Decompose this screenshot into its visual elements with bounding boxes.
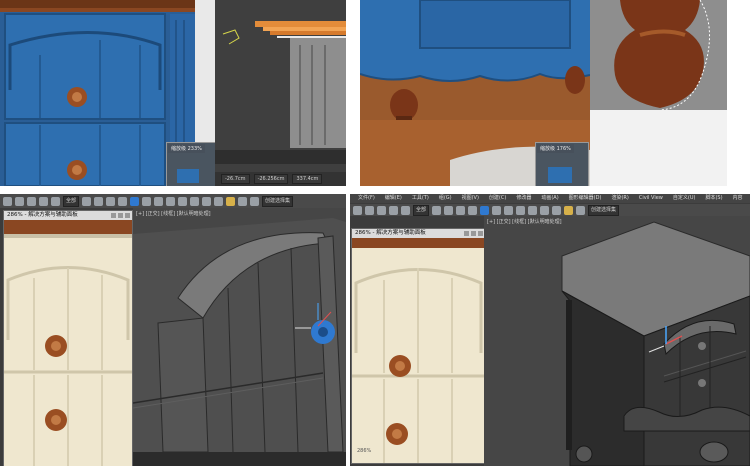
main-toolbar: 全部 创建选择集 [350,204,750,216]
menu-file[interactable]: 文件(F) [358,194,375,203]
minimize-icon[interactable] [111,213,116,218]
snap-icon[interactable] [202,196,212,206]
window-crossing-icon[interactable] [118,196,128,206]
panel-bottom-left: 全部 创建选择集 286% - 解决方案与辅助面板 [+] [正交] [线框] … [0,194,346,466]
window-title-bar[interactable]: 286% - 解决方案与辅助面板 [352,229,485,238]
menu-content[interactable]: 内容 [733,194,743,203]
thumbnail-image [177,169,199,183]
menu-view[interactable]: 视图(V) [462,194,479,203]
place-icon[interactable] [166,196,176,206]
rect-select-icon[interactable] [456,205,466,215]
door-panel-model [133,218,346,452]
cream-cabinet-photo [352,238,485,463]
coord-y-field[interactable]: -26.256cm [253,174,289,184]
scale-icon[interactable] [504,205,514,215]
rotate-icon[interactable] [142,196,152,206]
menu-edit[interactable]: 编辑(E) [385,194,402,203]
link-icon[interactable] [27,196,36,206]
coord-x-field[interactable]: -26.7cm [221,174,250,184]
status-bar: -26.7cm -26.256cm 337.4cm [215,172,346,186]
percent-snap-icon[interactable] [564,205,574,215]
cream-cabinet-photo [4,220,132,466]
edit-named-sel-icon[interactable] [250,196,260,206]
viewport-top-left[interactable]: -26.7cm -26.256cm 337.4cm [215,0,346,186]
menu-graph-editors[interactable]: 图形编辑器(D) [569,194,602,203]
window-title: 286% - 解决方案与辅助面板 [355,230,426,236]
maximize-icon[interactable] [118,213,123,218]
redo-icon[interactable] [365,205,374,215]
menu-modifiers[interactable]: 修改器 [516,194,531,203]
close-icon[interactable] [478,231,483,236]
reference-coord-icon[interactable] [178,196,188,206]
menu-civil-view[interactable]: Civil View [639,194,663,203]
panel-bottom-right: 文件(F) 编辑(E) 工具(T) 组(G) 视图(V) 创建(C) 修改器 动… [350,194,750,466]
timeline-bar[interactable] [133,452,346,466]
named-selection-field[interactable]: 创建选择集 [262,195,294,207]
zoom-level-label: 缩放级 176% [537,144,574,153]
close-icon[interactable] [125,213,130,218]
link-icon[interactable] [377,205,386,215]
spinner-snap-icon[interactable] [576,205,586,215]
undo-icon[interactable] [3,196,12,206]
viewport-bottom-right[interactable]: [+] [正交] [线框] [默认明暗处理] [484,216,750,466]
redo-icon[interactable] [15,196,24,206]
rotate-icon[interactable] [492,205,502,215]
bind-icon[interactable] [401,205,410,215]
undo-icon[interactable] [353,205,362,215]
window-title-bar[interactable]: 286% - 解决方案与辅助面板 [4,211,132,220]
selection-filter-dropdown[interactable]: 全部 [413,204,430,216]
minimize-icon[interactable] [464,231,469,236]
panel-top-left: 缩放级 233% -26.7cm -26.256cm 337.4cm [0,0,346,186]
thumbnail-inset: 缩放级 233% [166,142,216,186]
leg-closeup-photo [590,0,727,186]
coord-z-field[interactable]: 337.4cm [292,174,323,184]
menu-animation[interactable]: 动画(A) [541,194,558,203]
image-viewer-window[interactable]: 286% - 解决方案与辅助面板 286% [351,228,486,464]
percent-snap-icon[interactable] [226,196,236,206]
select-icon[interactable] [82,196,92,206]
pivot-icon[interactable] [190,196,200,206]
select-by-name-icon[interactable] [444,205,454,215]
select-by-name-icon[interactable] [94,196,104,206]
spinner-snap-icon[interactable] [238,196,248,206]
menu-tools[interactable]: 工具(T) [412,194,429,203]
unlink-icon[interactable] [39,196,48,206]
panel-top-right: 缩放级 176% [360,0,750,186]
rect-select-icon[interactable] [106,196,116,206]
menu-group[interactable]: 组(G) [439,194,452,203]
pivot-icon[interactable] [528,205,538,215]
main-toolbar: 全部 创建选择集 [0,194,346,208]
snap-icon[interactable] [540,205,550,215]
select-icon[interactable] [432,205,442,215]
thumbnail-image [548,167,572,183]
image-viewer-window[interactable]: 286% - 解决方案与辅助面板 [3,210,133,466]
maximize-icon[interactable] [471,231,476,236]
menu-customize[interactable]: 自定义(U) [673,194,696,203]
zoom-level-label: 286% [357,448,372,454]
thumbnail-inset-right: 缩放级 176% [535,142,589,186]
angle-snap-icon[interactable] [214,196,224,206]
reference-coord-icon[interactable] [516,205,526,215]
viewport-timeline[interactable] [215,150,346,164]
menu-scripting[interactable]: 脚本(S) [705,194,722,203]
window-title: 286% - 解决方案与辅助面板 [7,212,78,218]
nightstand-model [561,221,750,466]
move-icon[interactable] [480,205,490,215]
unlink-icon[interactable] [389,205,398,215]
bind-icon[interactable] [51,196,60,206]
menu-rendering[interactable]: 渲染(R) [611,194,628,203]
window-crossing-icon[interactable] [468,205,478,215]
angle-snap-icon[interactable] [552,205,562,215]
zoom-level-label: 缩放级 233% [168,144,205,153]
selection-filter-dropdown[interactable]: 全部 [63,195,80,207]
named-selection-field[interactable]: 创建选择集 [588,204,620,216]
scale-icon[interactable] [154,196,164,206]
menu-create[interactable]: 创建(C) [489,194,506,203]
viewport-bottom-left[interactable]: [+] [正交] [线框] [默认明暗处理] [133,208,346,452]
menu-bar: 文件(F) 编辑(E) 工具(T) 组(G) 视图(V) 创建(C) 修改器 动… [350,194,750,203]
move-icon[interactable] [130,196,140,206]
